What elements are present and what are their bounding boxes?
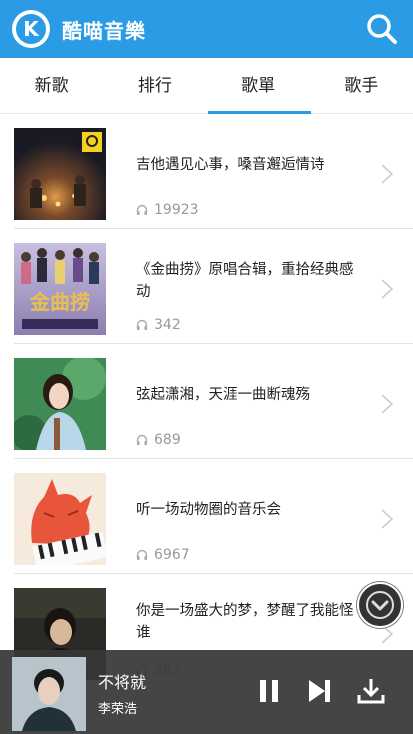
headphones-icon xyxy=(136,204,148,215)
play-count: 6967 xyxy=(136,547,190,563)
play-count-value: 689 xyxy=(154,432,181,448)
chevron-right-icon xyxy=(381,164,393,184)
search-icon[interactable] xyxy=(365,12,399,46)
app-root: K 酷喵音樂 新歌 排行 歌單 歌手 吉他遇见心事，嗓音邂逅情诗 19923 金… xyxy=(0,0,413,734)
tab-bar: 新歌 排行 歌單 歌手 xyxy=(0,58,413,114)
playlist-title: 吉他遇见心事，嗓音邂逅情诗 xyxy=(136,157,325,173)
tab-charts[interactable]: 排行 xyxy=(103,58,206,113)
app-title: 酷喵音樂 xyxy=(62,19,146,43)
chevron-right-icon xyxy=(381,509,393,529)
playlist-title: 弦起潇湘，天涯一曲断魂殇 xyxy=(136,387,310,403)
play-count: 689 xyxy=(136,432,181,448)
tab-playlists[interactable]: 歌單 xyxy=(207,58,312,114)
logo-letter: K xyxy=(16,14,46,44)
play-count-value: 19923 xyxy=(154,202,199,218)
playlist-title: 听一场动物圈的音乐会 xyxy=(136,502,281,518)
play-count: 342 xyxy=(136,317,181,333)
scroll-down-button[interactable] xyxy=(357,582,403,628)
next-button[interactable] xyxy=(304,676,334,706)
playlist-cover: 金曲捞 xyxy=(14,243,106,335)
chevron-right-icon xyxy=(381,394,393,414)
download-button[interactable] xyxy=(356,676,386,706)
now-playing-cover[interactable] xyxy=(12,657,86,731)
headphones-icon xyxy=(136,549,148,560)
download-icon xyxy=(357,679,385,704)
svg-text:金曲捞: 金曲捞 xyxy=(29,290,90,314)
skip-next-icon xyxy=(309,680,330,702)
headphones-icon xyxy=(136,434,148,445)
app-header: K 酷喵音樂 xyxy=(0,0,413,58)
play-count-value: 6967 xyxy=(154,547,190,563)
playlist-cover xyxy=(14,473,106,565)
playlist-item[interactable]: 弦起潇湘，天涯一曲断魂殇 689 xyxy=(14,344,413,459)
playlist-item[interactable]: 听一场动物圈的音乐会 6967 xyxy=(14,459,413,574)
now-playing-artist: 李荣浩 xyxy=(98,702,138,717)
playlist-cover xyxy=(14,128,106,220)
tab-new-songs[interactable]: 新歌 xyxy=(0,58,103,113)
headphones-icon xyxy=(136,319,148,330)
playlist-title: 《金曲捞》原唱合辑，重拾经典感动 xyxy=(136,262,354,300)
play-count: 19923 xyxy=(136,202,199,218)
tab-artists[interactable]: 歌手 xyxy=(310,58,413,113)
playlist-item[interactable]: 金曲捞 《金曲捞》原唱合辑，重拾经典感动 342 xyxy=(14,229,413,344)
chevron-down-icon xyxy=(366,591,394,619)
playlist-title: 你是一场盛大的梦，梦醒了我能怪谁 xyxy=(136,603,354,641)
mini-player: 不将就 李荣浩 xyxy=(0,650,413,734)
playlist-item[interactable]: 吉他遇见心事，嗓音邂逅情诗 19923 xyxy=(14,114,413,229)
pause-button[interactable] xyxy=(254,676,284,706)
playlist-list: 吉他遇见心事，嗓音邂逅情诗 19923 金曲捞 《金曲捞》原唱合辑，重拾经典感动… xyxy=(0,114,413,689)
logo[interactable]: K xyxy=(12,10,50,48)
now-playing-title: 不将就 xyxy=(98,673,147,692)
chevron-right-icon xyxy=(381,279,393,299)
pause-icon xyxy=(260,680,278,702)
playlist-cover xyxy=(14,358,106,450)
play-count-value: 342 xyxy=(154,317,181,333)
